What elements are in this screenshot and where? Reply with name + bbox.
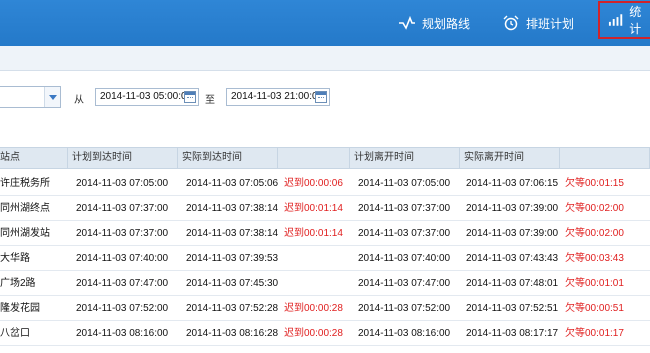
start-time-input[interactable]: 2014-11-03 05:00:00 — [95, 88, 199, 106]
cell-depart-diff: 欠等00:00:51 — [565, 303, 624, 314]
column-header-plan-arrive[interactable]: 计划到达时间 — [68, 148, 178, 168]
table-row[interactable]: 大华路 2014-11-03 07:40:00 2014-11-03 07:39… — [0, 246, 650, 271]
cell-actual-arrive: 2014-11-03 07:05:06 — [186, 178, 279, 189]
cell-actual-arrive: 2014-11-03 07:45:30 — [186, 278, 279, 289]
cell-arrive-diff: 迟到00:00:28 — [284, 328, 343, 339]
column-header-actual-arrive[interactable]: 实际到达时间 — [178, 148, 278, 168]
cell-actual-depart: 2014-11-03 07:48:01 — [466, 278, 559, 289]
column-header-actual-depart[interactable]: 实际离开时间 — [460, 148, 560, 168]
cell-actual-depart: 2014-11-03 07:52:51 — [466, 303, 559, 314]
cell-station: 许庄税务所 — [0, 178, 50, 189]
calendar-icon[interactable] — [184, 91, 196, 103]
cell-plan-arrive: 2014-11-03 07:52:00 — [76, 303, 169, 314]
nav-label: 排班计划 — [526, 16, 575, 31]
cell-plan-arrive: 2014-11-03 07:47:00 — [76, 278, 169, 289]
cell-plan-depart: 2014-11-03 07:05:00 — [358, 178, 451, 189]
end-time-input[interactable]: 2014-11-03 21:00:00 — [226, 88, 330, 106]
cell-actual-depart: 2014-11-03 07:43:43 — [466, 253, 559, 264]
table-row[interactable]: 隆发花园 2014-11-03 07:52:00 2014-11-03 07:5… — [0, 296, 650, 321]
route-select[interactable] — [0, 86, 61, 108]
cell-arrive-diff: 迟到00:01:14 — [284, 228, 343, 239]
top-navigation-bar: 规划路线 排班计划 统计 — [0, 0, 650, 46]
cell-actual-arrive: 2014-11-03 07:39:53 — [186, 253, 279, 264]
cell-station: 同州湖终点 — [0, 203, 50, 214]
chevron-down-icon[interactable] — [44, 87, 60, 107]
cell-station: 大华路 — [0, 253, 30, 264]
cell-plan-arrive: 2014-11-03 07:40:00 — [76, 253, 169, 264]
cell-actual-depart: 2014-11-03 07:39:00 — [466, 228, 559, 239]
end-time-value: 2014-11-03 21:00:00 — [231, 91, 324, 102]
cell-depart-diff: 欠等00:02:00 — [565, 203, 624, 214]
cell-station: 同州湖发站 — [0, 228, 50, 239]
cell-arrive-diff — [280, 246, 284, 271]
cell-depart-diff: 欠等00:02:00 — [565, 228, 624, 239]
cell-plan-arrive: 2014-11-03 07:37:00 — [76, 228, 169, 239]
cell-depart-diff: 欠等00:01:01 — [565, 278, 624, 289]
cell-arrive-diff: 迟到00:01:14 — [284, 203, 343, 214]
cell-depart-diff: 欠等00:01:15 — [565, 178, 624, 189]
nav-item-statistics[interactable]: 统计 — [598, 1, 650, 39]
table-row[interactable]: 许庄税务所 2014-11-03 07:05:00 2014-11-03 07:… — [0, 171, 650, 196]
cell-depart-diff: 欠等00:03:43 — [565, 253, 624, 264]
cell-plan-depart: 2014-11-03 07:52:00 — [358, 303, 451, 314]
start-time-value: 2014-11-03 05:00:00 — [100, 91, 193, 102]
cell-plan-depart: 2014-11-03 08:16:00 — [358, 328, 451, 339]
cell-actual-depart: 2014-11-03 08:17:17 — [466, 328, 559, 339]
cell-actual-arrive: 2014-11-03 08:16:28 — [186, 328, 279, 339]
cell-plan-depart: 2014-11-03 07:37:00 — [358, 228, 451, 239]
nav-item-schedule[interactable]: 排班计划 — [502, 0, 574, 46]
table-header: 站点 计划到达时间 实际到达时间 计划离开时间 实际离开时间 — [0, 147, 650, 169]
nav-label: 规划路线 — [422, 16, 471, 31]
cell-actual-arrive: 2014-11-03 07:52:28 — [186, 303, 279, 314]
table-row[interactable]: 同州湖终点 2014-11-03 07:37:00 2014-11-03 07:… — [0, 196, 650, 221]
to-label: 至 — [205, 95, 215, 106]
cell-plan-arrive: 2014-11-03 07:05:00 — [76, 178, 169, 189]
nav-label: 统计 — [629, 5, 642, 36]
sub-toolbar — [0, 46, 650, 71]
cell-arrive-diff — [280, 271, 284, 296]
filter-bar: 从 2014-11-03 05:00:00 至 2014-11-03 21:00… — [0, 86, 650, 108]
calendar-icon[interactable] — [315, 91, 327, 103]
from-label: 从 — [74, 95, 84, 106]
cell-plan-depart: 2014-11-03 07:47:00 — [358, 278, 451, 289]
table-row[interactable]: 八岔口 2014-11-03 08:16:00 2014-11-03 08:16… — [0, 321, 650, 346]
cell-actual-depart: 2014-11-03 07:39:00 — [466, 203, 559, 214]
cell-plan-depart: 2014-11-03 07:40:00 — [358, 253, 451, 264]
column-header-plan-depart[interactable]: 计划离开时间 — [350, 148, 460, 168]
cell-station: 八岔口 — [0, 328, 30, 339]
column-header-station[interactable]: 站点 — [0, 148, 68, 168]
cell-plan-arrive: 2014-11-03 08:16:00 — [76, 328, 169, 339]
route-icon — [399, 16, 415, 30]
nav-item-route-planning[interactable]: 规划路线 — [398, 0, 470, 46]
cell-actual-depart: 2014-11-03 07:06:15 — [466, 178, 559, 189]
cell-arrive-diff: 迟到00:00:28 — [284, 303, 343, 314]
cell-station: 广场2路 — [0, 278, 36, 289]
table-row[interactable]: 广场2路 2014-11-03 07:47:00 2014-11-03 07:4… — [0, 271, 650, 296]
table-row[interactable]: 同州湖发站 2014-11-03 07:37:00 2014-11-03 07:… — [0, 221, 650, 246]
cell-actual-arrive: 2014-11-03 07:38:14 — [186, 228, 279, 239]
cell-arrive-diff: 迟到00:00:06 — [284, 178, 343, 189]
cell-depart-diff: 欠等00:01:17 — [565, 328, 624, 339]
bar-chart-icon — [608, 14, 623, 26]
cell-plan-arrive: 2014-11-03 07:37:00 — [76, 203, 169, 214]
cell-actual-arrive: 2014-11-03 07:38:14 — [186, 203, 279, 214]
column-header-arrive-diff[interactable] — [278, 148, 350, 168]
column-header-depart-diff[interactable] — [560, 148, 650, 168]
alarm-clock-icon — [503, 15, 519, 31]
cell-plan-depart: 2014-11-03 07:37:00 — [358, 203, 451, 214]
cell-station: 隆发花园 — [0, 303, 40, 314]
